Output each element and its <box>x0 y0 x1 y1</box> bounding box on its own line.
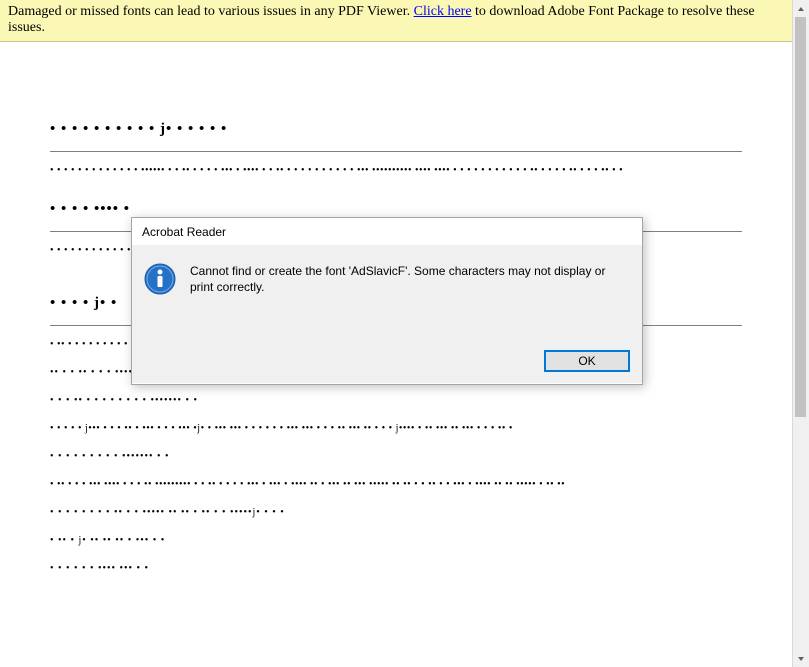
divider <box>50 151 742 152</box>
text-line: • • • • • • • • • • j• • • • • • <box>50 122 742 137</box>
scroll-up-arrow-icon[interactable] <box>793 0 808 17</box>
text-line: • • • •• • • • • • • • • ••••••• • • <box>50 396 742 406</box>
banner-download-link[interactable]: Click here <box>414 4 472 19</box>
text-line: • •• • • • ••• •••• • • • •• ••••••••• •… <box>50 480 742 490</box>
ok-button[interactable]: OK <box>544 350 630 372</box>
info-icon <box>144 263 176 295</box>
text-line: • • • • • • • • • • • • • •••••• • • •• … <box>50 166 742 176</box>
text-line: • • • • •••• • <box>50 202 742 217</box>
dialog-content: Cannot find or create the font 'AdSlavic… <box>144 263 630 295</box>
font-warning-banner: Damaged or missed fonts can lead to vari… <box>0 0 792 42</box>
text-line: • •• • j• •• •• •• • ••• • • <box>50 536 742 546</box>
dialog-body: Cannot find or create the font 'AdSlavic… <box>132 245 642 383</box>
text-line: • • • • • • • • •• • • ••••• •• •• • •• … <box>50 508 742 518</box>
banner-text-before: Damaged or missed fonts can lead to vari… <box>8 4 414 19</box>
dialog-title: Acrobat Reader <box>132 218 642 245</box>
scrollbar-thumb[interactable] <box>795 17 806 417</box>
text-line: • • • • • j••• • • • •• • ••• • • • ••• … <box>50 424 742 434</box>
vertical-scrollbar[interactable] <box>792 0 809 667</box>
text-line: • • • • • • •••• ••• • • <box>50 564 742 574</box>
dialog-message: Cannot find or create the font 'AdSlavic… <box>190 263 630 295</box>
scroll-down-arrow-icon[interactable] <box>793 650 808 667</box>
pdf-viewport: Damaged or missed fonts can lead to vari… <box>0 0 792 667</box>
text-line: • • • • • • • • • ••••••• • • <box>50 452 742 462</box>
error-dialog: Acrobat Reader Cannot find or create the… <box>131 217 643 385</box>
